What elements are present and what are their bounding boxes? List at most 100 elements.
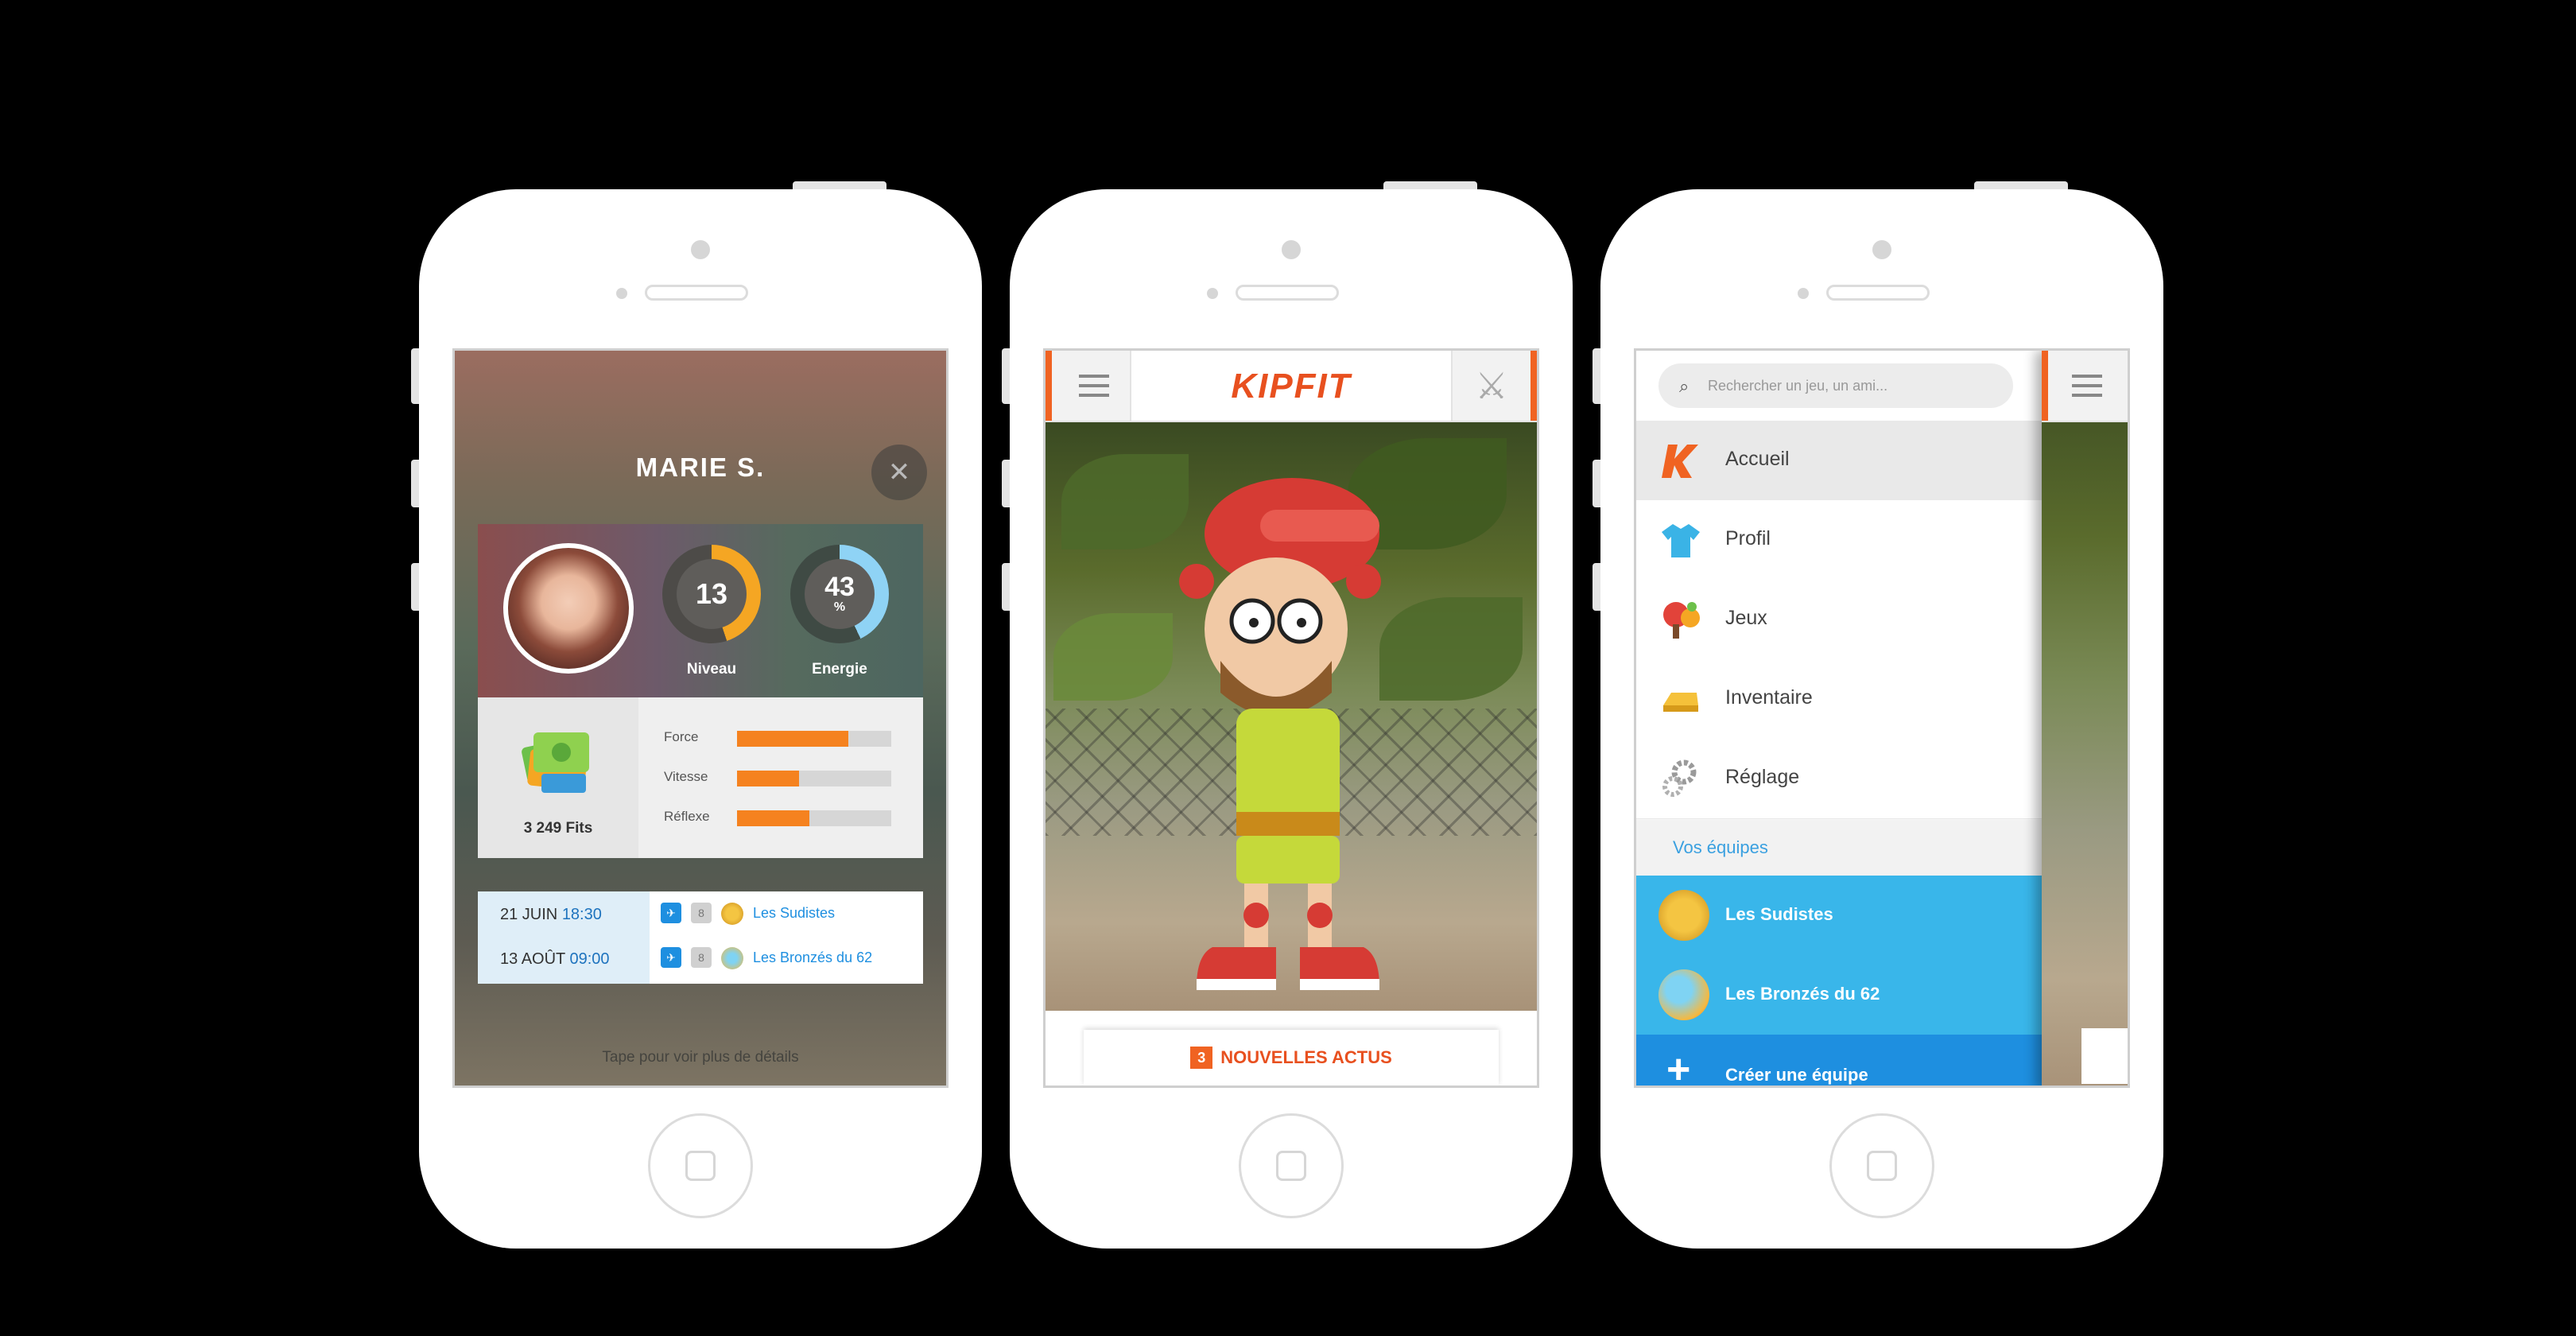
stat-label: Réflexe (664, 809, 710, 824)
fits-count: 3 249 Fits (523, 820, 593, 837)
power-button (793, 181, 886, 189)
menu-item-accueil[interactable]: Accueil (1636, 421, 2042, 501)
create-team-button[interactable]: + Créer une équipe (1636, 1035, 2042, 1088)
profile-screen: MARIE S. ✕ 13 Niveau 43 % Energie 3 249 … (452, 348, 949, 1088)
earpiece (1826, 285, 1930, 301)
sport-icon: ✈ (661, 947, 681, 968)
menu-item-inventaire[interactable]: Inventaire (1636, 659, 2042, 740)
home-screen: KIPFIT ⚔ 3 NOUVELLES ACTUS (1043, 348, 1539, 1088)
player-count: 8 (691, 903, 712, 923)
top-bar: KIPFIT ⚔ (1046, 351, 1537, 422)
front-camera (1872, 240, 1891, 259)
event-team[interactable]: Les Sudistes (753, 905, 835, 922)
mute-switch (1593, 348, 1600, 404)
level-ring: 13 Niveau (662, 545, 761, 678)
power-button (1383, 181, 1477, 189)
events-list: 21 JUIN 18:30 ✈ 8 Les Sudistes 13 AOÛT 0… (478, 891, 923, 984)
profile-summary-card[interactable]: 13 Niveau 43 % Energie (478, 524, 923, 697)
plus-icon: + (1666, 1047, 1691, 1088)
peek-news-button (2081, 1028, 2128, 1084)
menu-item-label: Inventaire (1725, 686, 1813, 709)
menu-item-jeux[interactable]: Jeux (1636, 580, 2042, 660)
crossed-swords-icon[interactable]: ⚔ (1451, 351, 1530, 421)
event-day: 13 AOÛT (500, 950, 565, 968)
stat-track (737, 771, 891, 786)
volume-up-button (1593, 460, 1600, 507)
energy-value-wrap: 43 % (805, 559, 875, 629)
phone-home: KIPFIT ⚔ 3 NOUVELLES ACTUS (1002, 181, 1573, 1249)
menu-item-profil[interactable]: Profil (1636, 500, 2042, 581)
stat-fill (737, 731, 848, 747)
home-button[interactable] (1239, 1113, 1344, 1218)
team-item-label: Les Bronzés du 62 (1725, 984, 1880, 1004)
team-bronzes-icon (721, 947, 743, 969)
team-sudistes-icon (721, 903, 743, 925)
search-bar: ⌕ Rechercher un jeu, un ami... (1636, 351, 2042, 421)
sport-icon: ✈ (661, 903, 681, 923)
hero-illustration (1046, 422, 1537, 1011)
phone-menu: ⌕ Rechercher un jeu, un ami... Accueil P… (1593, 181, 2163, 1249)
volume-up-button (1002, 460, 1010, 507)
event-time: 18:30 (561, 906, 602, 923)
power-button (1974, 181, 2068, 189)
volume-down-button (1593, 563, 1600, 611)
gold-bar-icon (1663, 693, 1698, 712)
home-button[interactable] (1829, 1113, 1934, 1218)
level-label: Niveau (686, 661, 737, 678)
close-icon[interactable]: ✕ (871, 445, 927, 500)
stat-fill (737, 810, 810, 826)
mute-switch (411, 348, 419, 404)
section-label: Vos équipes (1673, 837, 1768, 857)
news-label: NOUVELLES ACTUS (1220, 1047, 1392, 1067)
kipfit-k-icon (1662, 445, 1698, 478)
create-team-label: Créer une équipe (1725, 1065, 1868, 1085)
tshirt-icon (1662, 524, 1700, 557)
event-date[interactable]: 21 JUIN 18:30 (500, 906, 602, 924)
volume-up-button (411, 460, 419, 507)
front-camera (1282, 240, 1301, 259)
menu-item-label: Profil (1725, 527, 1771, 550)
fits-money-icon (522, 732, 589, 793)
search-input[interactable]: ⌕ Rechercher un jeu, un ami... (1658, 363, 2013, 408)
app-logo: KIPFIT (1231, 367, 1352, 406)
event-team[interactable]: Les Bronzés du 62 (753, 950, 872, 966)
front-camera (691, 240, 710, 259)
player-count: 8 (691, 947, 712, 968)
mute-switch (1002, 348, 1010, 404)
accent-stripe (1530, 351, 1537, 421)
volume-down-button (411, 563, 419, 611)
earpiece (1236, 285, 1339, 301)
tap-hint[interactable]: Tape pour voir plus de détails (455, 1049, 946, 1066)
event-date[interactable]: 13 AOÛT 09:00 (500, 950, 610, 969)
fits-panel: 3 249 Fits (478, 697, 638, 858)
event-day: 21 JUIN (500, 906, 558, 923)
team-item-bronzes[interactable]: Les Bronzés du 62 (1636, 955, 2042, 1036)
hamburger-menu-icon[interactable] (1052, 351, 1131, 421)
menu-item-label: Accueil (1725, 448, 1790, 470)
menu-screen: ⌕ Rechercher un jeu, un ami... Accueil P… (1634, 348, 2130, 1088)
team-sudistes-icon (1658, 890, 1709, 941)
stat-label: Force (664, 729, 699, 744)
home-button[interactable] (648, 1113, 753, 1218)
energy-value: 43 (824, 572, 855, 602)
sensor (1798, 288, 1809, 299)
menu-item-label: Réglage (1725, 766, 1800, 788)
phone-profile: MARIE S. ✕ 13 Niveau 43 % Energie 3 249 … (411, 181, 982, 1249)
level-value: 13 (695, 577, 728, 610)
search-icon: ⌕ (1679, 376, 1690, 396)
news-count-badge: 3 (1190, 1047, 1213, 1069)
earpiece (645, 285, 748, 301)
team-bronzes-icon (1658, 969, 1709, 1020)
stat-track (737, 810, 891, 826)
stats-card[interactable]: 3 249 Fits Force Vitesse Réflexe (478, 697, 923, 858)
peek-top-bar (2042, 351, 2128, 422)
side-menu: ⌕ Rechercher un jeu, un ami... Accueil P… (1636, 351, 2042, 1088)
news-button[interactable]: 3 NOUVELLES ACTUS (1084, 1030, 1499, 1086)
team-item-sudistes[interactable]: Les Sudistes (1636, 876, 2042, 957)
gear-icon (1662, 759, 1697, 797)
menu-item-reglage[interactable]: Réglage (1636, 739, 2042, 819)
accent-stripe (1046, 351, 1052, 421)
volume-down-button (1002, 563, 1010, 611)
main-screen-peek[interactable] (2042, 351, 2128, 1086)
level-value-wrap: 13 (677, 559, 747, 629)
